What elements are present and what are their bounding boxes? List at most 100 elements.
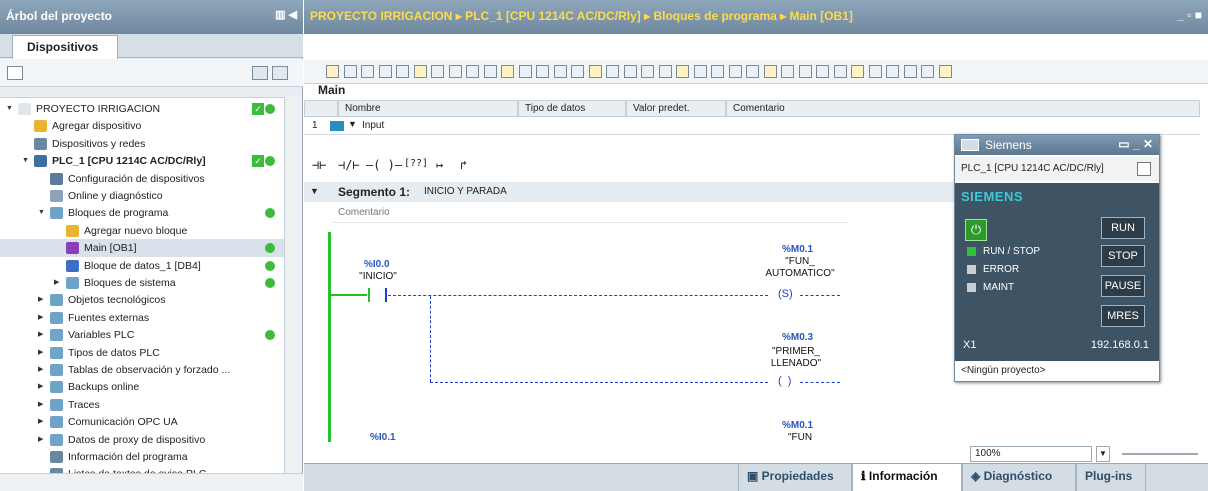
tree-item[interactable]: ▶ Datos de proxy de dispositivo <box>0 431 284 449</box>
tree-item[interactable]: ▶ Bloques de sistema <box>0 274 284 292</box>
toolbar-tool-icon[interactable] <box>326 65 339 78</box>
tab-properties[interactable]: ▣ Propiedades <box>738 464 852 491</box>
toolbar-tool-icon[interactable] <box>781 65 794 78</box>
toolbar-tool-icon[interactable] <box>588 65 602 78</box>
tree-expand-icon[interactable]: ▶ <box>38 291 46 309</box>
toolbar-tool-icon[interactable] <box>448 65 462 78</box>
empty-box-icon[interactable]: [??] <box>404 158 428 169</box>
toolbar-tool-icon[interactable] <box>553 65 567 78</box>
iface-row[interactable]: 1 ▼ Input <box>304 117 1200 135</box>
mres-button[interactable]: MRES <box>1101 305 1145 327</box>
contact-right-bar[interactable] <box>385 288 387 302</box>
toolbar-tool-icon[interactable] <box>833 65 847 78</box>
tree-item[interactable]: ▶ Objetos tecnológicos <box>0 291 284 309</box>
stop-button[interactable]: STOP <box>1101 245 1145 267</box>
open-branch-icon[interactable]: ↦ <box>436 158 443 172</box>
toolbar-tool-icon[interactable] <box>711 65 724 78</box>
tree-expand-icon[interactable]: ▶ <box>38 396 46 414</box>
view-icon[interactable] <box>7 66 23 80</box>
tree-expand-icon[interactable]: ▶ <box>38 344 46 362</box>
tree-item[interactable]: ▼ PLC_1 [CPU 1214C AC/DC/Rly] ✓ <box>0 152 284 170</box>
segment-collapse-icon[interactable]: ▼ <box>310 186 319 196</box>
run-button[interactable]: RUN <box>1101 217 1145 239</box>
toolbar-tool-icon[interactable] <box>658 65 672 78</box>
coil2[interactable]: ( ) <box>778 375 791 387</box>
tree-expand-icon[interactable]: ▶ <box>38 326 46 344</box>
tree-expand-icon[interactable]: ▶ <box>38 431 46 449</box>
tree-expand-icon[interactable]: ▶ <box>54 274 62 292</box>
toolbar-tool-icon[interactable] <box>763 65 777 78</box>
toolbar-tool-icon[interactable] <box>466 65 479 78</box>
toolbar-tool-icon[interactable] <box>606 65 619 78</box>
tree-item[interactable]: Agregar nuevo bloque <box>0 222 284 240</box>
nc-contact-icon[interactable]: ⊣/⊢ <box>338 158 360 172</box>
tree-item[interactable]: Configuración de dispositivos <box>0 170 284 188</box>
segment-header[interactable]: ▼ Segmento 1: INICIO Y PARADA <box>304 182 954 202</box>
power-icon[interactable]: ⏻ <box>965 219 987 241</box>
toolbar-tool-icon[interactable] <box>361 65 374 78</box>
iface-header-comment[interactable]: Comentario <box>726 100 1200 117</box>
tab-diagnostics[interactable]: ◈ Diagnóstico <box>962 464 1076 491</box>
zoom-select[interactable]: 100% <box>970 446 1092 462</box>
coil-icon[interactable]: –( )– <box>366 158 402 172</box>
tree-expand-icon[interactable]: ▶ <box>38 309 46 327</box>
toolbar-tool-icon[interactable] <box>571 65 584 78</box>
tree-item[interactable]: ▶ Fuentes externas <box>0 309 284 327</box>
pause-button[interactable]: PAUSE <box>1101 275 1145 297</box>
tree-horizontal-scrollbar[interactable] <box>0 473 303 491</box>
toolbar-tool-icon[interactable] <box>641 65 654 78</box>
tree-expand-icon[interactable]: ▼ <box>38 204 46 222</box>
tree-expand-icon[interactable]: ▶ <box>38 413 46 431</box>
expand-icon[interactable] <box>272 66 288 80</box>
tree-expand-icon[interactable]: ▶ <box>38 361 46 379</box>
tree-item[interactable]: ▶ Tipos de datos PLC <box>0 344 284 362</box>
overview-icon[interactable] <box>252 66 268 80</box>
toolbar-tool-icon[interactable] <box>693 65 707 78</box>
tree-item[interactable]: Main [OB1] <box>0 239 284 258</box>
close-branch-icon[interactable]: ↱ <box>460 158 467 172</box>
tree-expand-icon[interactable]: ▼ <box>6 100 14 118</box>
toolbar-tool-icon[interactable] <box>886 65 899 78</box>
expand-arrow-icon[interactable]: ▼ <box>348 119 357 129</box>
toolbar-tool-icon[interactable] <box>746 65 759 78</box>
tree-expand-icon[interactable]: ▼ <box>22 152 30 170</box>
tab-information[interactable]: ℹ Información <box>852 464 962 491</box>
toolbar-tool-icon[interactable] <box>623 65 637 78</box>
toolbar-tool-icon[interactable] <box>413 65 427 78</box>
toolbar-tool-icon[interactable] <box>868 65 882 78</box>
tree-item[interactable]: Bloque de datos_1 [DB4] <box>0 257 284 275</box>
toolbar-tool-icon[interactable] <box>431 65 444 78</box>
tab-devices[interactable]: Dispositivos <box>12 35 118 59</box>
toolbar-tool-icon[interactable] <box>816 65 829 78</box>
toolbar-tool-icon[interactable] <box>378 65 392 78</box>
tree-item[interactable]: ▶ Backups online <box>0 378 284 396</box>
tree-item[interactable]: ▶ Comunicación OPC UA <box>0 413 284 431</box>
toolbar-tool-icon[interactable] <box>501 65 514 78</box>
toolbar-tool-icon[interactable] <box>851 65 864 78</box>
tree-item[interactable]: ▶ Tablas de observación y forzado ... <box>0 361 284 379</box>
plcsim-expand-icon[interactable] <box>1137 162 1151 176</box>
close-icon[interactable]: ▭ _ ✕ <box>1118 137 1153 151</box>
tree-item[interactable]: Agregar dispositivo <box>0 117 284 135</box>
collapse-panel-icon[interactable]: ▥ ◀ <box>275 8 297 21</box>
tab-plugins[interactable]: Plug-ins <box>1076 464 1146 491</box>
tree-item[interactable]: ▶ Variables PLC <box>0 326 284 344</box>
toolbar-tool-icon[interactable] <box>921 65 934 78</box>
toolbar-tool-icon[interactable] <box>483 65 497 78</box>
tree-item[interactable]: Online y diagnóstico <box>0 187 284 205</box>
tree-item[interactable]: ▶ Traces <box>0 396 284 414</box>
iface-header-name[interactable]: Nombre <box>338 100 518 117</box>
tree-item[interactable]: ▼ Bloques de programa <box>0 204 284 222</box>
toolbar-tool-icon[interactable] <box>536 65 549 78</box>
tree-expand-icon[interactable]: ▶ <box>38 378 46 396</box>
tree-item[interactable]: ▼ PROYECTO IRRIGACION ✓ <box>0 100 284 118</box>
zoom-slider[interactable] <box>1122 453 1198 455</box>
toolbar-tool-icon[interactable] <box>728 65 742 78</box>
tree-vertical-scrollbar[interactable] <box>284 97 301 473</box>
tree-item[interactable]: Dispositivos y redes <box>0 135 284 153</box>
iface-header-type[interactable]: Tipo de datos <box>518 100 626 117</box>
toolbar-tool-icon[interactable] <box>676 65 689 78</box>
toolbar-tool-icon[interactable] <box>903 65 917 78</box>
zoom-dropdown-icon[interactable]: ▼ <box>1096 446 1110 462</box>
no-contact-icon[interactable]: ⊣⊢ <box>312 158 326 172</box>
